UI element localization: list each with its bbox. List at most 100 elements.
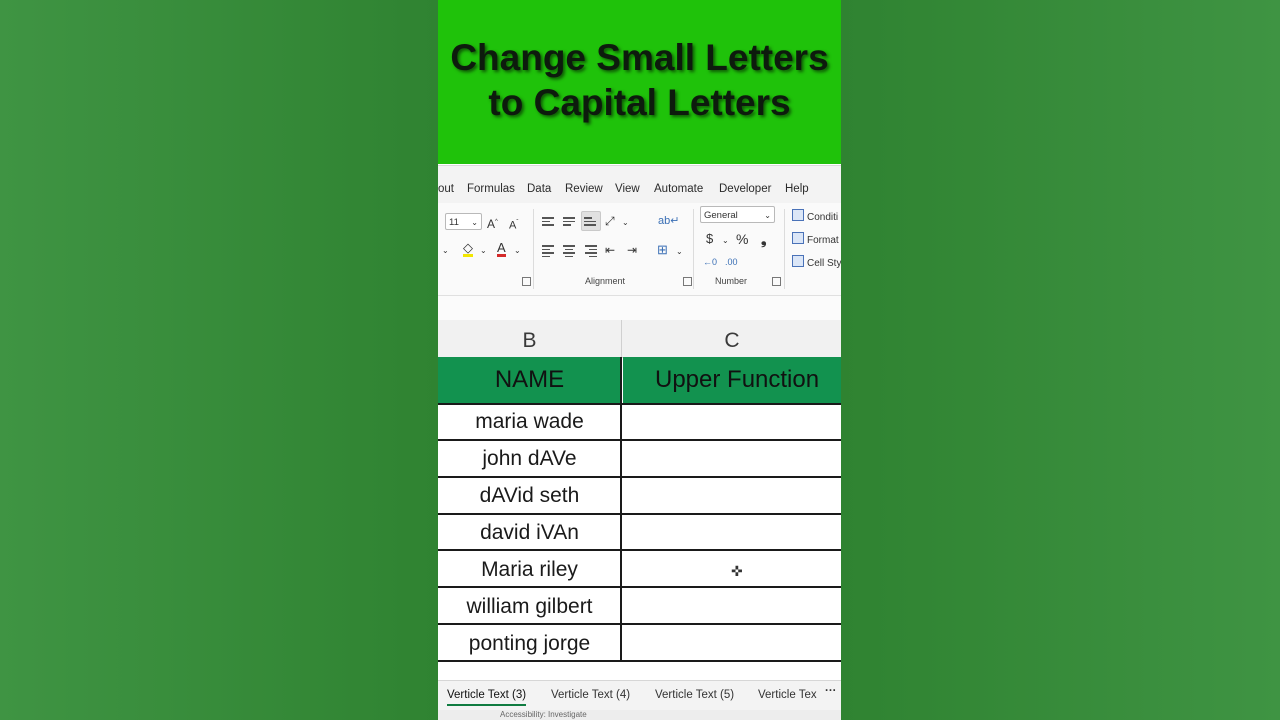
chevron-down-icon[interactable]: ⌄ (622, 215, 629, 231)
tab-help[interactable]: Help (785, 183, 809, 195)
tab-developer[interactable]: Developer (719, 183, 771, 195)
align-right-icon[interactable] (585, 243, 597, 259)
grid-line (438, 623, 841, 625)
sheet-tab-active[interactable]: Verticle Text (3) (447, 689, 527, 706)
format-as-table-button[interactable]: Format (792, 232, 839, 246)
orientation-icon[interactable]: ⤢ (605, 213, 615, 229)
upper-cell[interactable] (623, 515, 841, 551)
chevron-down-icon[interactable]: ⌄ (480, 243, 487, 259)
font-color-icon[interactable]: A (497, 241, 506, 257)
number-group-label: Number (715, 276, 748, 286)
upper-cell[interactable] (623, 626, 841, 662)
banner-title: Change Small Letters to Capital Letters (450, 37, 829, 123)
chevron-down-icon[interactable]: ⌄ (514, 243, 521, 259)
conditional-formatting-button[interactable]: Conditi (792, 209, 838, 223)
tab-layout[interactable]: out (438, 183, 454, 195)
currency-icon[interactable]: $ (706, 231, 713, 247)
font-group-launcher-icon[interactable] (522, 277, 531, 286)
name-cell[interactable]: ponting jorge (438, 626, 621, 662)
increase-indent-icon[interactable]: ⇥ (627, 242, 637, 258)
divider (784, 209, 785, 289)
more-sheets-icon[interactable]: ··· (825, 685, 837, 697)
grid-line (438, 549, 841, 551)
column-header-c[interactable]: C (621, 320, 841, 358)
align-bottom-icon (584, 215, 596, 228)
cell-cursor-icon: ✜ (731, 563, 743, 579)
grid-line (438, 586, 841, 588)
chevron-down-icon[interactable]: ⌄ (722, 233, 729, 249)
alignment-group-label: Alignment (585, 276, 626, 286)
grid-line (620, 357, 622, 662)
wrap-text-icon[interactable]: ab↵ (658, 213, 679, 229)
grid-line (438, 476, 841, 478)
sheet-tab[interactable]: Verticle Text (4) (551, 689, 630, 701)
name-cell[interactable]: maria wade (438, 404, 621, 440)
format-as-table-icon (792, 232, 804, 244)
status-bar: Accessibility: Investigate (438, 710, 841, 720)
sheet-tab[interactable]: Verticle Tex (758, 689, 817, 701)
shrink-font-icon[interactable]: Aˇ (509, 215, 518, 234)
tab-automate[interactable]: Automate (654, 183, 703, 195)
percent-icon[interactable]: % (736, 231, 748, 247)
chevron-down-icon: ⌄ (764, 211, 771, 220)
grid-line (438, 403, 841, 405)
upper-cell[interactable] (623, 441, 841, 477)
cell-styles-button[interactable]: Cell Sty (792, 255, 841, 269)
name-cell[interactable]: david iVAn (438, 515, 621, 551)
chevron-down-icon[interactable]: ⌄ (676, 244, 683, 260)
alignment-group-launcher-icon[interactable] (683, 277, 692, 286)
column-header-b[interactable]: B (438, 320, 621, 358)
grow-font-icon[interactable]: A^ (487, 214, 498, 232)
name-cell[interactable]: dAVid seth (438, 478, 621, 514)
sheet-tab[interactable]: Verticle Text (5) (655, 689, 734, 701)
name-header-cell[interactable]: NAME (438, 357, 621, 403)
tab-formulas[interactable]: Formulas (467, 183, 515, 195)
font-size-combo[interactable]: 11 ⌄ (445, 213, 482, 230)
format-as-table-label: Format (807, 235, 839, 246)
number-group-launcher-icon[interactable] (772, 277, 781, 286)
name-cell[interactable]: william gilbert (438, 589, 621, 625)
decrease-decimal-icon[interactable]: .00 (725, 254, 738, 270)
background-left (0, 0, 438, 720)
number-format-combo[interactable]: General ⌄ (700, 206, 775, 223)
comma-style-icon[interactable]: ❟ (761, 231, 767, 247)
divider (693, 209, 694, 289)
upper-cell[interactable] (623, 404, 841, 440)
chevron-down-icon[interactable]: ⌄ (442, 243, 449, 259)
name-cell[interactable]: john dAVe (438, 441, 621, 477)
accessibility-status[interactable]: Accessibility: Investigate (500, 710, 587, 719)
align-left-icon[interactable] (542, 243, 554, 259)
formula-bar-area (438, 296, 841, 320)
background-right (841, 0, 1280, 720)
align-middle-icon[interactable] (563, 215, 575, 228)
ribbon: 11 ⌄ A^ Aˇ ⌄ ◇ ⌄ A ⌄ ⤢ ⌄ ⇤ ⇥ ab↵ ⊞ ⌄ Ali… (438, 203, 841, 296)
fill-color-icon[interactable]: ◇ (463, 241, 473, 257)
title-banner: Change Small Letters to Capital Letters (438, 0, 841, 164)
upper-cell[interactable] (623, 478, 841, 514)
conditional-formatting-label: Conditi (807, 212, 839, 223)
sheet-tabs-bar: Verticle Text (3) Verticle Text (4) Vert… (438, 680, 841, 711)
name-cell[interactable]: Maria riley (438, 552, 621, 588)
tab-view[interactable]: View (615, 183, 640, 195)
grid-line (438, 513, 841, 515)
chevron-down-icon: ⌄ (471, 218, 478, 227)
upper-function-header-cell[interactable]: Upper Function (623, 357, 841, 403)
upper-cell[interactable] (623, 589, 841, 625)
align-top-icon[interactable] (542, 215, 554, 228)
number-format-value: General (704, 210, 738, 221)
video-frame: Change Small Letters to Capital Letters … (438, 0, 841, 720)
tab-data[interactable]: Data (527, 183, 551, 195)
font-size-value: 11 (449, 217, 459, 228)
align-center-icon[interactable] (563, 243, 575, 259)
grid-line (438, 660, 841, 662)
divider (533, 209, 534, 289)
increase-decimal-icon[interactable]: ←0 (703, 254, 717, 270)
merge-center-icon[interactable]: ⊞ (657, 242, 668, 258)
tab-review[interactable]: Review (565, 183, 603, 195)
conditional-formatting-icon (792, 209, 804, 221)
grid-line (438, 439, 841, 441)
cell-styles-label: Cell Sty (807, 258, 841, 269)
ribbon-tabs: out Formulas Data Review View Automate D… (438, 165, 841, 204)
decrease-indent-icon[interactable]: ⇤ (605, 242, 615, 258)
cell-styles-icon (792, 255, 804, 267)
